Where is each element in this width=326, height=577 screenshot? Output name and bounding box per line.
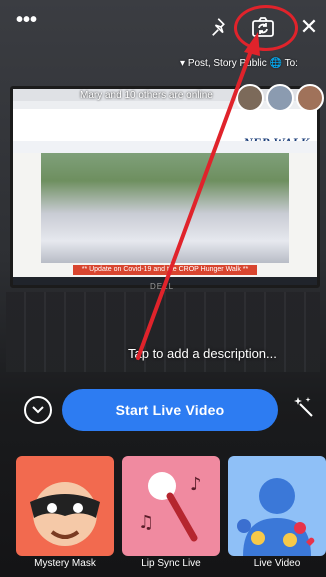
viewers-online-text: Mary and 10 others are online bbox=[80, 90, 213, 101]
viewer-avatars bbox=[236, 84, 324, 112]
pin-icon[interactable] bbox=[208, 14, 234, 40]
audience-selector[interactable]: ▾ Post, Story Public 🌐 To: bbox=[180, 58, 298, 69]
effect-card-lip-sync-live[interactable]: ♪ ♫ bbox=[122, 456, 220, 556]
collapse-chevron-button[interactable] bbox=[24, 396, 52, 424]
dropdown-chevron-icon: ▾ bbox=[180, 58, 186, 69]
laptop-screen: NER WALK ** Update on Covid-19 and the C… bbox=[10, 86, 320, 288]
effect-label: Mystery Mask bbox=[34, 558, 96, 569]
live-reactions-icon bbox=[237, 478, 315, 556]
laptop-brand: DELL bbox=[150, 282, 175, 291]
microphone-icon: ♪ ♫ bbox=[138, 472, 202, 542]
close-icon[interactable]: ✕ bbox=[296, 14, 322, 40]
to-label: To: bbox=[284, 58, 298, 69]
effect-card-live-video[interactable] bbox=[228, 456, 326, 556]
svg-text:♫: ♫ bbox=[138, 512, 154, 533]
mystery-mask-icon bbox=[30, 482, 100, 546]
highlight-circle bbox=[234, 5, 298, 51]
avatar bbox=[296, 84, 324, 112]
effect-label: Live Video bbox=[253, 558, 301, 569]
site-nav bbox=[13, 141, 317, 153]
more-options-button[interactable]: ••• bbox=[16, 10, 37, 30]
effect-card-mystery-mask[interactable] bbox=[16, 456, 114, 556]
update-banner: ** Update on Covid-19 and the CROP Hunge… bbox=[73, 265, 257, 275]
effect-carousel: Mystery Mask ♪ ♫ Lip Sync Live Live Vide… bbox=[0, 456, 326, 577]
site-header: NER WALK bbox=[13, 109, 317, 150]
post-type: Post, Story bbox=[187, 58, 237, 69]
start-live-video-button[interactable]: Start Live Video bbox=[62, 389, 278, 431]
crowd-photo bbox=[41, 153, 289, 263]
avatar bbox=[266, 84, 294, 112]
globe-icon: 🌐 bbox=[269, 58, 282, 69]
effect-label: Lip Sync Live bbox=[141, 558, 201, 569]
magic-wand-icon[interactable] bbox=[292, 394, 318, 420]
svg-text:♪: ♪ bbox=[190, 474, 202, 495]
audience-value: Public bbox=[239, 58, 267, 69]
avatar bbox=[236, 84, 264, 112]
description-prompt[interactable]: Tap to add a description... bbox=[128, 346, 277, 361]
